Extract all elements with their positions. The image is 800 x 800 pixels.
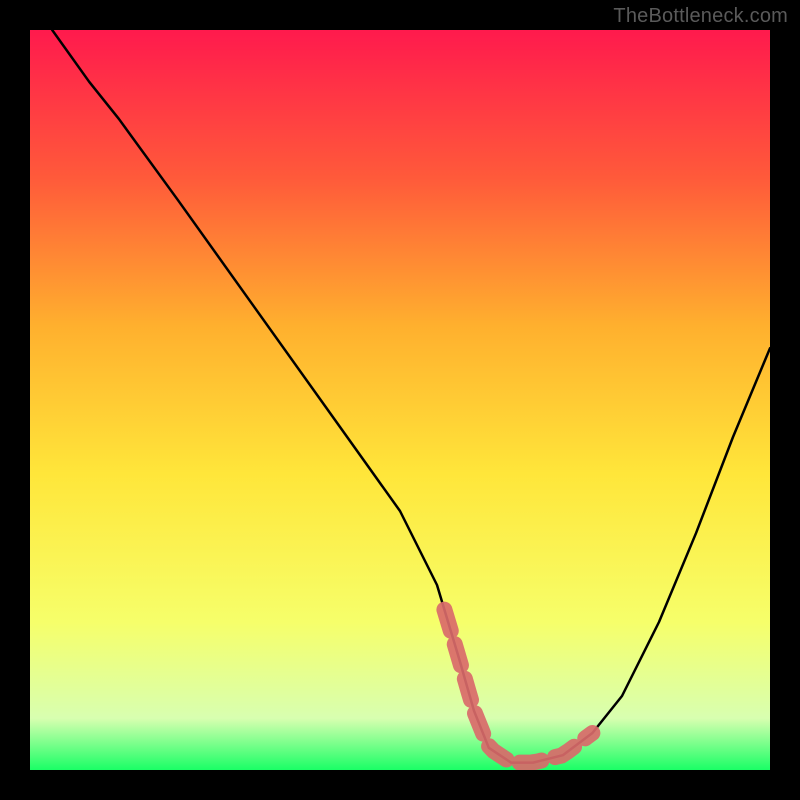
chart-frame: TheBottleneck.com bbox=[0, 0, 800, 800]
chart-svg bbox=[30, 30, 770, 770]
chart-plot-area bbox=[30, 30, 770, 770]
chart-background bbox=[30, 30, 770, 770]
watermark-text: TheBottleneck.com bbox=[613, 5, 788, 28]
